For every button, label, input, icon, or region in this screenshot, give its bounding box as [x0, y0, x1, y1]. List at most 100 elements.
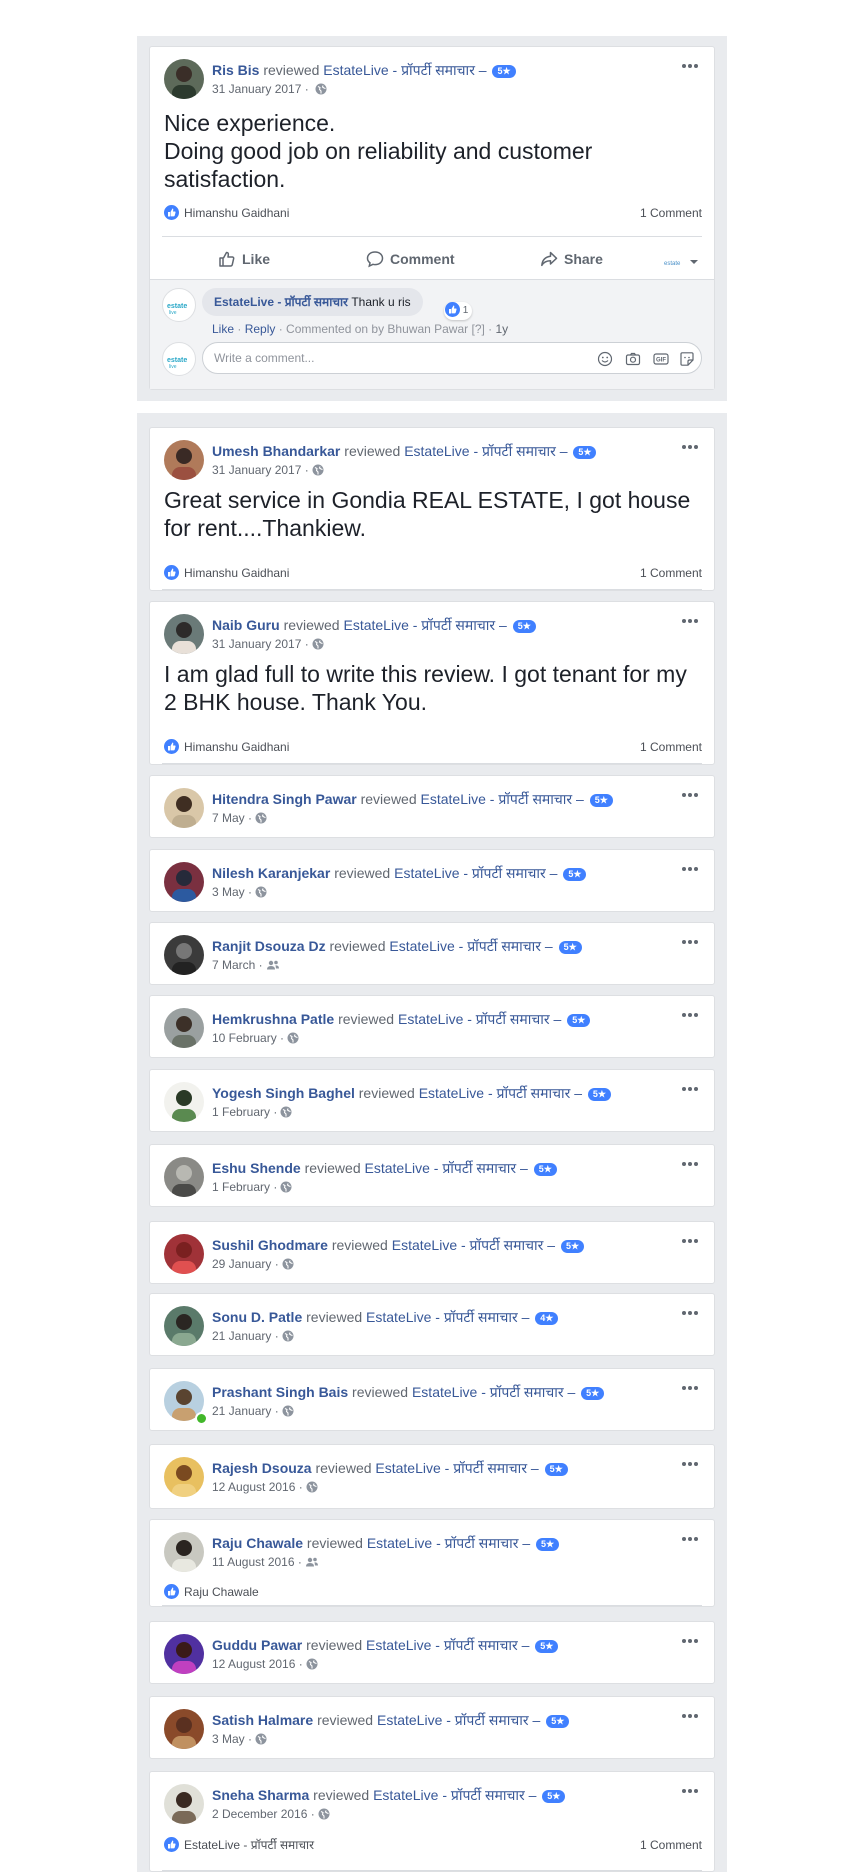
comment-button[interactable]: Comment: [366, 249, 455, 269]
likers-summary[interactable]: Raju Chawale: [164, 1584, 259, 1600]
likers-summary[interactable]: EstateLive - प्रॉपर्टी समाचार: [164, 1837, 314, 1853]
more-options-icon[interactable]: [678, 614, 702, 628]
reviewer-name[interactable]: Ranjit Dsouza Dz: [212, 938, 326, 954]
likers-summary[interactable]: Himanshu Gaidhani: [164, 565, 289, 581]
more-options-icon[interactable]: [678, 440, 702, 454]
post-date[interactable]: 1 February ·: [212, 1180, 277, 1194]
more-options-icon[interactable]: [678, 1306, 702, 1320]
comment-count[interactable]: 1 Comment: [640, 1837, 702, 1853]
post-as-selector[interactable]: estate: [664, 255, 700, 267]
page-link[interactable]: EstateLive - प्रॉपर्टी समाचार –: [343, 617, 506, 633]
post-date[interactable]: 31 January 2017 ·: [212, 463, 309, 477]
comment-count[interactable]: 1 Comment: [640, 205, 702, 221]
avatar[interactable]: [164, 1082, 204, 1122]
comment-age[interactable]: 1y: [496, 322, 509, 336]
likers-summary[interactable]: Himanshu Gaidhani: [164, 739, 289, 755]
avatar[interactable]: [164, 440, 204, 480]
like-button[interactable]: Like: [218, 249, 270, 269]
avatar[interactable]: [164, 1157, 204, 1197]
post-date[interactable]: 3 May ·: [212, 1732, 252, 1746]
reviewer-name[interactable]: Rajesh Dsouza: [212, 1460, 312, 1476]
post-date[interactable]: 11 August 2016 ·: [212, 1555, 302, 1569]
avatar[interactable]: [164, 788, 204, 828]
post-date[interactable]: 12 August 2016 ·: [212, 1657, 303, 1671]
reviewer-name[interactable]: Sonu D. Patle: [212, 1309, 302, 1325]
avatar[interactable]: [164, 935, 204, 975]
more-options-icon[interactable]: [678, 1234, 702, 1248]
page-link[interactable]: EstateLive - प्रॉपर्टी समाचार –: [367, 1535, 530, 1551]
reviewer-name[interactable]: Umesh Bhandarkar: [212, 443, 340, 459]
more-options-icon[interactable]: [678, 1532, 702, 1546]
page-link[interactable]: EstateLive - प्रॉपर्टी समाचार –: [421, 791, 584, 807]
comment-count[interactable]: 1 Comment: [640, 565, 702, 581]
more-options-icon[interactable]: [678, 788, 702, 802]
comment-avatar[interactable]: estate live: [162, 288, 196, 322]
avatar[interactable]: [164, 862, 204, 902]
avatar[interactable]: [164, 1008, 204, 1048]
more-options-icon[interactable]: [678, 1381, 702, 1395]
page-link[interactable]: EstateLive - प्रॉपर्टी समाचार –: [398, 1011, 561, 1027]
post-date[interactable]: 29 January ·: [212, 1257, 279, 1271]
share-button[interactable]: Share: [540, 249, 603, 269]
avatar[interactable]: [164, 1306, 204, 1346]
reviewer-name[interactable]: Yogesh Singh Baghel: [212, 1085, 355, 1101]
avatar[interactable]: [164, 1784, 204, 1824]
avatar[interactable]: [164, 59, 204, 99]
reviewer-name[interactable]: Hitendra Singh Pawar: [212, 791, 357, 807]
page-link[interactable]: EstateLive - प्रॉपर्टी समाचार –: [389, 938, 552, 954]
more-options-icon[interactable]: [678, 59, 702, 73]
post-date[interactable]: 21 January ·: [212, 1404, 279, 1418]
reviewer-name[interactable]: Ris Bis: [212, 62, 259, 78]
more-options-icon[interactable]: [678, 1157, 702, 1171]
more-options-icon[interactable]: [678, 1008, 702, 1022]
post-date[interactable]: 7 March ·: [212, 958, 263, 972]
reviewer-name[interactable]: Hemkrushna Patle: [212, 1011, 334, 1027]
post-date[interactable]: 2 December 2016 ·: [212, 1807, 315, 1821]
page-link[interactable]: EstateLive - प्रॉपर्टी समाचार –: [404, 443, 567, 459]
reviewer-name[interactable]: Guddu Pawar: [212, 1637, 302, 1653]
avatar[interactable]: [164, 1634, 204, 1674]
comment-count[interactable]: 1 Comment: [640, 739, 702, 755]
reviewer-name[interactable]: Sneha Sharma: [212, 1787, 309, 1803]
more-options-icon[interactable]: [678, 862, 702, 876]
post-date[interactable]: 3 May ·: [212, 885, 252, 899]
avatar[interactable]: [164, 1234, 204, 1274]
avatar[interactable]: [164, 614, 204, 654]
page-link[interactable]: EstateLive - प्रॉपर्टी समाचार –: [375, 1460, 538, 1476]
comment-author[interactable]: EstateLive - प्रॉपर्टी समाचार: [214, 295, 348, 309]
reviewer-name[interactable]: Prashant Singh Bais: [212, 1384, 348, 1400]
reviewer-name[interactable]: Raju Chawale: [212, 1535, 303, 1551]
comment-reactions[interactable]: 1: [444, 302, 473, 320]
more-options-icon[interactable]: [678, 935, 702, 949]
page-link[interactable]: EstateLive - प्रॉपर्टी समाचार –: [366, 1309, 529, 1325]
more-options-icon[interactable]: [678, 1709, 702, 1723]
post-date[interactable]: 7 May ·: [212, 811, 252, 825]
more-options-icon[interactable]: [678, 1784, 702, 1798]
more-options-icon[interactable]: [678, 1457, 702, 1471]
reviewer-name[interactable]: Eshu Shende: [212, 1160, 301, 1176]
reviewer-name[interactable]: Sushil Ghodmare: [212, 1237, 328, 1253]
page-link[interactable]: EstateLive - प्रॉपर्टी समाचार –: [366, 1637, 529, 1653]
page-link[interactable]: EstateLive - प्रॉपर्टी समाचार –: [412, 1384, 575, 1400]
more-options-icon[interactable]: [678, 1082, 702, 1096]
page-link[interactable]: EstateLive - प्रॉपर्टी समाचार –: [323, 62, 486, 78]
page-link[interactable]: EstateLive - प्रॉपर्टी समाचार –: [365, 1160, 528, 1176]
more-options-icon[interactable]: [678, 1634, 702, 1648]
reviewer-name[interactable]: Satish Halmare: [212, 1712, 313, 1728]
post-date[interactable]: 31 January 2017 ·: [212, 82, 309, 96]
post-date[interactable]: 21 January ·: [212, 1329, 279, 1343]
avatar[interactable]: [164, 1532, 204, 1572]
post-date[interactable]: 12 August 2016 ·: [212, 1480, 303, 1494]
page-link[interactable]: EstateLive - प्रॉपर्टी समाचार –: [373, 1787, 536, 1803]
post-date[interactable]: 31 January 2017 ·: [212, 637, 309, 651]
reviewer-name[interactable]: Naib Guru: [212, 617, 280, 633]
comment-reply-link[interactable]: Reply: [245, 322, 276, 336]
avatar[interactable]: [164, 1457, 204, 1497]
comment-input[interactable]: Write a comment... GIF: [202, 342, 702, 374]
page-link[interactable]: EstateLive - प्रॉपर्टी समाचार –: [392, 1237, 555, 1253]
reviewer-name[interactable]: Nilesh Karanjekar: [212, 865, 330, 881]
likers-summary[interactable]: Himanshu Gaidhani: [164, 205, 289, 221]
avatar[interactable]: [164, 1709, 204, 1749]
post-date[interactable]: 10 February ·: [212, 1031, 284, 1045]
page-link[interactable]: EstateLive - प्रॉपर्टी समाचार –: [419, 1085, 582, 1101]
